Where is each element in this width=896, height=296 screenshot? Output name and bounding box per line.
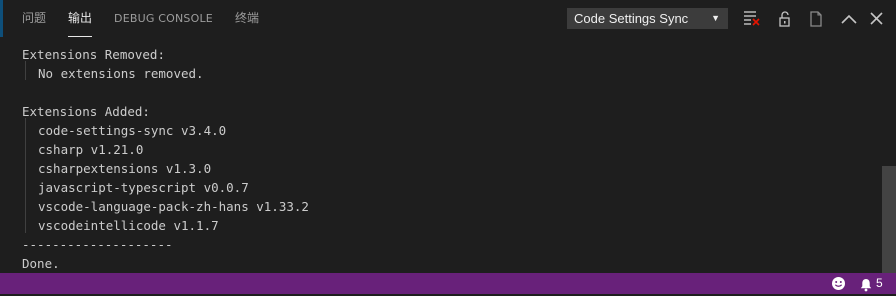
- notification-count[interactable]: 5: [876, 273, 883, 294]
- clear-output-icon[interactable]: [740, 8, 762, 30]
- panel-header: 问题 输出 DEBUG CONSOLE 终端 Code Settings Syn…: [0, 0, 896, 37]
- open-in-editor-icon[interactable]: [805, 8, 827, 30]
- status-bar: 5: [0, 273, 896, 294]
- panel-left-accent: [0, 0, 3, 37]
- tab-output[interactable]: 输出: [68, 0, 93, 37]
- output-channel-select[interactable]: Code Settings Sync ▼: [567, 8, 728, 29]
- output-line: Done.: [22, 256, 60, 271]
- output-line: vscodeintellicode v1.1.7: [38, 218, 219, 233]
- output-line: csharpextensions v1.3.0: [38, 161, 212, 176]
- bell-icon[interactable]: [859, 277, 873, 296]
- output-line: vscode-language-pack-zh-hans v1.33.2: [38, 199, 309, 214]
- chevron-down-icon: ▼: [711, 13, 720, 23]
- feedback-smiley-icon[interactable]: [831, 276, 846, 295]
- close-panel-icon[interactable]: [866, 8, 888, 30]
- indent-guide: [25, 118, 26, 233]
- output-line: csharp v1.21.0: [38, 142, 144, 157]
- tab-problems[interactable]: 问题: [22, 0, 46, 37]
- output-line: Extensions Removed:: [22, 47, 165, 62]
- scrollbar-thumb[interactable]: [882, 166, 896, 273]
- output-content[interactable]: Extensions Removed: No extensions remove…: [0, 37, 882, 273]
- lock-scroll-icon[interactable]: [774, 8, 796, 30]
- output-line: code-settings-sync v3.4.0: [38, 123, 227, 138]
- panel-tabs: 问题 输出 DEBUG CONSOLE 终端: [22, 0, 281, 37]
- maximize-panel-icon[interactable]: [838, 8, 860, 30]
- output-channel-selected: Code Settings Sync: [574, 11, 689, 26]
- output-line: javascript-typescript v0.0.7: [38, 180, 249, 195]
- tab-debug-console[interactable]: DEBUG CONSOLE: [114, 0, 213, 37]
- output-line: Extensions Added:: [22, 104, 150, 119]
- output-line: No extensions removed.: [38, 66, 204, 81]
- tab-terminal[interactable]: 终端: [235, 0, 259, 37]
- output-line: --------------------: [22, 237, 173, 252]
